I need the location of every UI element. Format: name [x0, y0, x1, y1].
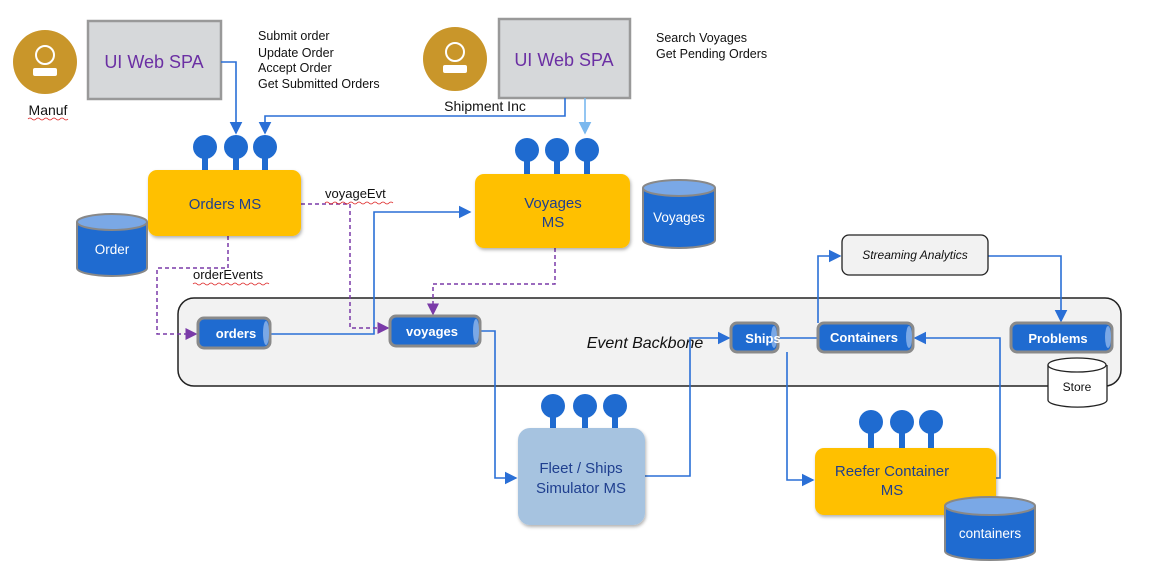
- svg-text:voyages: voyages: [406, 324, 458, 339]
- topic-voyages: voyages: [388, 314, 482, 348]
- topic-orders: orders: [196, 316, 272, 350]
- voyages-ms: Voyages MS: [475, 174, 630, 248]
- topic-containers: Containers: [816, 321, 915, 354]
- svg-text:MS: MS: [542, 214, 565, 231]
- topic-problems: Problems: [1009, 321, 1114, 354]
- fleet-ships-simulator-ms: Fleet / Ships Simulator MS: [518, 428, 645, 525]
- order-database: Order: [76, 213, 148, 277]
- event-backbone-label: Event Backbone: [587, 335, 704, 352]
- shipment-operations: Search Voyages Get Pending Orders: [656, 31, 767, 61]
- svg-text:containers: containers: [959, 526, 1022, 541]
- svg-text:Simulator MS: Simulator MS: [536, 480, 626, 497]
- ui-web-spa-manuf: UI Web SPA: [86, 19, 223, 101]
- svg-text:Containers: Containers: [830, 330, 898, 345]
- manuf-operations: Submit order Update Order Accept Order G…: [258, 29, 380, 91]
- svg-text:Accept Order: Accept Order: [258, 61, 332, 75]
- actor-label: Manuf: [29, 102, 68, 118]
- svg-text:Update Order: Update Order: [258, 46, 334, 60]
- user-icon: [423, 27, 487, 91]
- voyages-database: Voyages: [642, 179, 716, 249]
- orders-ms: Orders MS: [148, 170, 301, 236]
- svg-text:Get Pending Orders: Get Pending Orders: [656, 47, 767, 61]
- svg-text:Submit order: Submit order: [258, 29, 330, 43]
- svg-text:UI Web SPA: UI Web SPA: [104, 52, 203, 72]
- voyage-evt-label: voyageEvt: [325, 186, 386, 201]
- containers-database: containers: [944, 496, 1036, 561]
- svg-text:orders: orders: [216, 326, 256, 341]
- svg-text:Streaming Analytics: Streaming Analytics: [862, 248, 968, 262]
- svg-text:Problems: Problems: [1028, 331, 1087, 346]
- svg-text:Ships: Ships: [745, 331, 780, 346]
- svg-text:MS: MS: [881, 482, 904, 499]
- user-icon: [13, 30, 77, 94]
- svg-text:Voyages: Voyages: [653, 210, 705, 225]
- actor-label: Shipment Inc: [444, 98, 526, 114]
- svg-text:Orders MS: Orders MS: [189, 196, 262, 213]
- streaming-analytics: Streaming Analytics: [841, 234, 989, 276]
- actor-manuf: Manuf: [13, 30, 77, 121]
- svg-text:Fleet / Ships: Fleet / Ships: [539, 460, 622, 477]
- architecture-diagram: Event Backbone Manuf Shipment Inc UI Web…: [13, 17, 1122, 561]
- svg-text:Voyages: Voyages: [524, 195, 582, 212]
- topic-ships: Ships: [729, 321, 781, 354]
- svg-text:Store: Store: [1063, 380, 1092, 394]
- order-events-label: orderEvents: [193, 267, 264, 282]
- store-database: Store: [1047, 357, 1108, 408]
- svg-text:Get Submitted Orders: Get Submitted Orders: [258, 77, 380, 91]
- ui-web-spa-shipment: UI Web SPA: [497, 17, 632, 100]
- svg-text:Search Voyages: Search Voyages: [656, 31, 747, 45]
- svg-text:UI Web SPA: UI Web SPA: [514, 50, 613, 70]
- svg-text:Order: Order: [95, 242, 130, 257]
- flow-ui-to-orders: [221, 61, 243, 135]
- svg-text:Reefer Container: Reefer Container: [835, 463, 949, 480]
